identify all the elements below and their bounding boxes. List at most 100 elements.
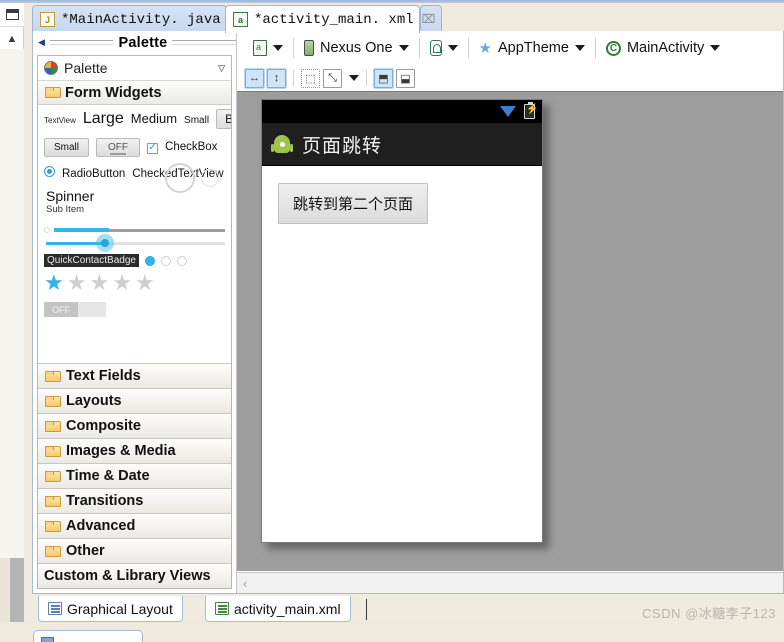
battery-charging-icon (524, 102, 538, 119)
palette-category-composite[interactable]: Composite (38, 413, 231, 438)
radio-button-icon[interactable] (44, 166, 55, 177)
config-device-dropdown[interactable]: Nexus One (296, 40, 417, 56)
palette-item-radiobutton[interactable]: RadioButton (62, 168, 125, 180)
palette-category-other[interactable]: Other (38, 538, 231, 563)
palette-category-images-media[interactable]: Images & Media (38, 438, 231, 463)
palette-category-time-date[interactable]: Time & Date (38, 463, 231, 488)
palette-category-text-fields[interactable]: Text Fields (38, 363, 231, 388)
chevron-down-icon[interactable] (398, 45, 409, 51)
palette-group-form-widgets[interactable]: Form Widgets (38, 81, 231, 105)
folder-icon (45, 420, 61, 432)
palette-category-layouts[interactable]: Layouts (38, 388, 231, 413)
jump-to-second-page-button[interactable]: 跳转到第二个页面 (278, 183, 429, 224)
palette-item-ratingbar[interactable]: ★ ★ ★ ★ ★ (44, 272, 225, 294)
config-activity-dropdown[interactable]: C MainActivity (598, 40, 728, 56)
wifi-triangle-icon (500, 106, 516, 117)
header-rule-left (49, 40, 114, 45)
checkbox-checked-icon[interactable]: ✓ (147, 142, 159, 154)
chevron-down-icon[interactable] (574, 45, 585, 51)
folder-icon (45, 545, 61, 557)
palette-item-small-button[interactable]: Small (44, 138, 90, 157)
switch-knob-label: OFF (44, 302, 78, 318)
palette-item-seekbar[interactable] (44, 234, 225, 253)
palette-group-label: Form Widgets (65, 84, 162, 101)
tab-activity-main-xml-source[interactable]: activity_main.xml (205, 596, 351, 622)
palette-item-toggle-button[interactable]: OFF (96, 138, 141, 157)
xml-source-icon (215, 602, 229, 615)
widget-row-quickcontact: QuickContactBadge (44, 254, 225, 268)
progressbar-small-icon[interactable] (201, 169, 219, 187)
palette-item-medium-text[interactable]: Medium (131, 111, 177, 126)
palette-item-spinner[interactable]: Spinner Sub Item (46, 188, 225, 215)
rail-shadow-inner (0, 558, 10, 630)
palette-item-checkbox[interactable]: CheckBox (165, 141, 217, 153)
window-bottom-strip (0, 622, 784, 642)
editor-tab-label: *activity_main. xml (254, 11, 414, 28)
canvas-horizontal-scrollbar[interactable]: ‹ (237, 572, 783, 593)
design-canvas-panel: Nexus One ★ AppTheme C MainActivity (237, 31, 783, 593)
show-outlines-button[interactable]: ⬚ (301, 68, 320, 88)
config-orientation-dropdown[interactable] (422, 40, 466, 56)
palette-panel-header: ◀ Palette (33, 31, 236, 54)
palette-item-large-text[interactable]: Large (83, 110, 124, 128)
category-label: Images & Media (66, 443, 176, 459)
palette-item-switch[interactable]: OFF (44, 302, 106, 318)
toolbar-separator (293, 38, 294, 58)
palette-category-transitions[interactable]: Transitions (38, 488, 231, 513)
device-action-bar: 页面跳转 (262, 123, 542, 166)
device-content-area[interactable]: 跳转到第二个页面 (262, 167, 542, 542)
progressbar-large-icon[interactable] (165, 163, 195, 193)
editor-tab-mainactivity-java[interactable]: J *MainActivity. java (32, 5, 227, 33)
palette-box: Palette ▽ Form Widgets TextView Large Me… (37, 55, 232, 589)
chevron-down-icon[interactable] (447, 45, 458, 51)
header-rule-right (172, 40, 236, 45)
palette-category-advanced[interactable]: Advanced (38, 513, 231, 538)
render-canvas[interactable]: 页面跳转 跳转到第二个页面 (237, 91, 783, 571)
scroll-left-icon[interactable]: ‹ (243, 576, 247, 591)
palette-item-quickcontactbadge[interactable]: QuickContactBadge (44, 254, 139, 268)
radio-group-option-icon[interactable] (176, 255, 187, 266)
config-theme-label: AppTheme (498, 40, 569, 56)
palette-item-textview[interactable]: TextView (44, 116, 76, 125)
tab-graphical-layout[interactable]: Graphical Layout (38, 596, 183, 622)
palette-item-progressbar-horizontal[interactable] (44, 227, 225, 234)
bottom-view-tab[interactable] (33, 630, 143, 642)
palette-mode-combo[interactable]: Palette ▽ (38, 56, 231, 81)
radio-group-selected-icon[interactable] (144, 255, 155, 266)
star-empty-icon: ★ (112, 270, 132, 296)
radio-group-option-icon[interactable] (160, 255, 171, 266)
watermark: CSDN @冰糖李子123 (642, 606, 776, 621)
config-layout-variant-dropdown[interactable] (245, 40, 291, 56)
match-height-button[interactable]: ↕ (266, 67, 287, 89)
palette-item-button[interactable]: Button (216, 109, 231, 129)
chevron-up-icon: ▲ (6, 32, 18, 45)
theme-star-icon: ★ (478, 39, 492, 57)
close-icon[interactable]: ⌧ (422, 12, 436, 27)
chevron-down-icon[interactable] (273, 45, 283, 51)
java-file-icon: J (40, 12, 55, 27)
widget-row-buttons: Small OFF ✓ CheckBox (44, 138, 225, 157)
restore-view-button[interactable] (0, 3, 24, 27)
device-preview[interactable]: 页面跳转 跳转到第二个页面 (261, 99, 543, 543)
view-tab-icon (41, 637, 54, 642)
chevron-down-icon[interactable] (710, 45, 721, 51)
config-theme-dropdown[interactable]: ★ AppTheme (471, 40, 593, 56)
palette-item-small-text[interactable]: Small (184, 115, 209, 126)
palette-collapse-icon[interactable]: ◀ (38, 37, 45, 48)
structure-view-button[interactable]: ⬒ (373, 67, 394, 89)
distribute-button[interactable]: ⤡ (323, 68, 342, 88)
chevron-down-icon[interactable]: ▽ (218, 63, 225, 74)
seekbar-thumb[interactable] (96, 234, 115, 253)
device-status-bar (262, 100, 542, 123)
palette-category-custom-library-views[interactable]: Custom & Library Views (38, 563, 231, 588)
progress-track (54, 227, 225, 232)
refresh-render-button[interactable]: ⬓ (396, 68, 415, 88)
chevron-down-icon[interactable] (349, 75, 359, 81)
expand-rail-button[interactable]: ▲ (0, 29, 24, 49)
folder-icon (45, 520, 61, 532)
folder-icon (45, 470, 61, 482)
page-title: Palette (118, 34, 168, 51)
category-label: Time & Date (66, 468, 150, 484)
match-width-button[interactable]: ↔ (244, 67, 265, 89)
editor-tab-activity-main-xml[interactable]: a *activity_main. xml ⌧ (225, 5, 435, 33)
